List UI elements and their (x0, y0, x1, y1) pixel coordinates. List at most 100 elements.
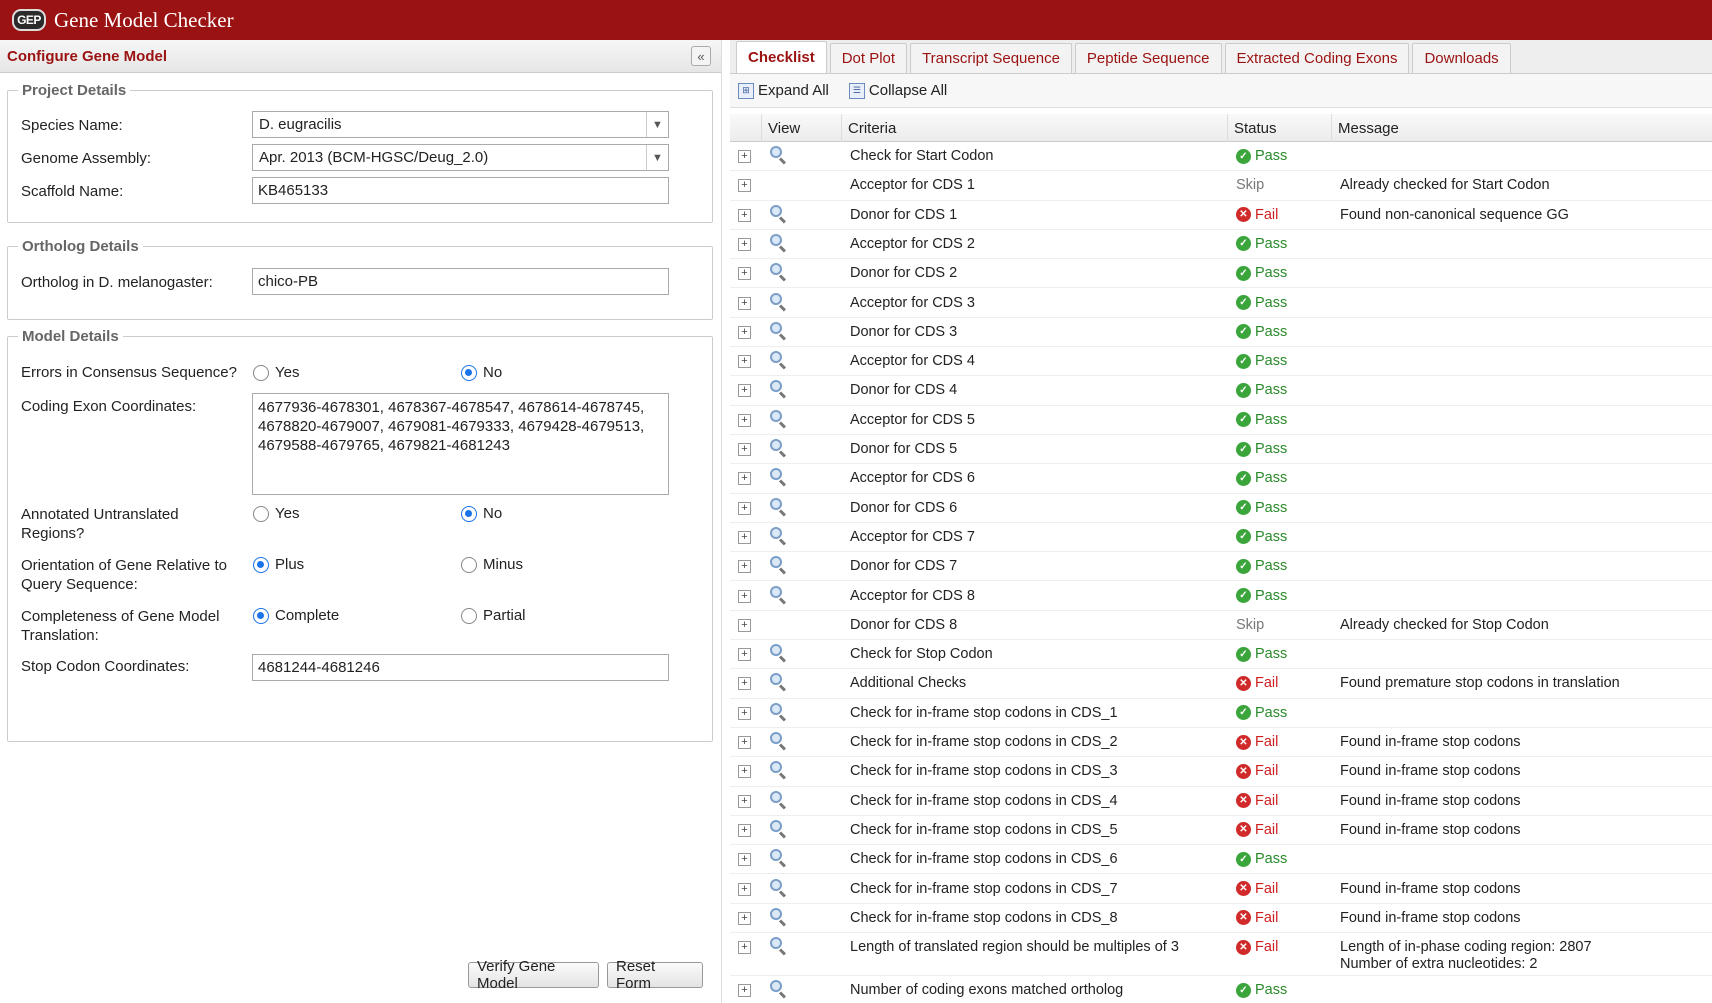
magnifier-icon[interactable] (770, 380, 788, 399)
pass-check-icon: ✓ (1236, 705, 1251, 721)
expand-row-icon[interactable]: + (738, 237, 751, 251)
stop-codon-input[interactable]: 4681244-4681246 (252, 654, 669, 681)
expand-row-icon[interactable]: + (738, 150, 751, 163)
expand-row-icon[interactable]: + (738, 296, 751, 310)
magnifier-icon[interactable] (770, 146, 788, 165)
expand-row-icon[interactable]: + (738, 648, 751, 662)
expand-row-icon[interactable]: + (738, 560, 751, 574)
scaffold-input[interactable]: KB465133 (252, 177, 669, 204)
completeness-partial-radio[interactable]: Partial (461, 607, 526, 624)
magnifier-icon[interactable] (770, 321, 788, 341)
ortholog-input[interactable]: chico-PB (252, 268, 669, 295)
expand-row-icon[interactable]: + (738, 355, 751, 369)
magnifier-icon[interactable] (770, 497, 788, 517)
orientation-plus-radio[interactable]: Plus (253, 556, 304, 573)
expand-row-icon[interactable]: + (738, 443, 751, 456)
expand-row-icon[interactable]: + (738, 501, 751, 515)
pass-check-icon: ✓ (1236, 324, 1251, 340)
expand-row-icon[interactable]: + (738, 984, 751, 998)
status-text: Pass (1255, 646, 1288, 663)
magnifier-icon[interactable] (770, 556, 788, 575)
message-text: Found non-canonical sequence GG (1340, 206, 1569, 223)
expand-row-icon[interactable]: + (738, 208, 751, 222)
magnifier-icon[interactable] (770, 439, 788, 458)
expand-row-icon[interactable]: + (738, 941, 751, 955)
tab-checklist[interactable]: Checklist (736, 41, 827, 73)
status-cell: ✓ Pass (1236, 412, 1287, 428)
expand-row-icon[interactable]: + (738, 179, 751, 193)
status-text: Fail (1255, 734, 1279, 750)
expand-row-icon[interactable]: + (738, 530, 751, 544)
expand-row-icon[interactable]: + (738, 882, 751, 896)
expand-row-icon[interactable]: + (738, 677, 751, 691)
expand-row-icon[interactable]: + (738, 472, 751, 486)
magnifier-icon[interactable] (770, 849, 788, 868)
expand-row-icon[interactable]: + (738, 413, 751, 427)
status-text: Pass (1255, 353, 1288, 370)
expand-row-icon[interactable]: + (738, 589, 751, 603)
expand-row-icon[interactable]: + (738, 911, 751, 925)
tab-extracted-coding-exons[interactable]: Extracted Coding Exons (1224, 43, 1410, 73)
magnifier-icon[interactable] (770, 585, 788, 605)
magnifier-icon[interactable] (770, 409, 788, 429)
magnifier-icon[interactable] (770, 351, 788, 370)
expand-row-icon[interactable]: + (738, 765, 751, 779)
magnifier-icon[interactable] (770, 204, 788, 224)
completeness-complete-radio[interactable]: Complete (253, 607, 339, 624)
expand-row-icon[interactable]: + (738, 853, 751, 867)
expand-row-icon[interactable]: + (738, 794, 751, 808)
magnifier-icon[interactable] (770, 644, 788, 663)
expand-row-icon[interactable]: + (738, 384, 751, 398)
collapse-all-button[interactable]: ☰ Collapse All (848, 82, 947, 99)
radio-label: Yes (275, 364, 300, 381)
criteria-column-header[interactable]: Criteria (842, 114, 1228, 142)
tab-transcript-sequence[interactable]: Transcript Sequence (910, 43, 1072, 73)
orientation-minus-radio[interactable]: Minus (461, 556, 523, 573)
magnifier-icon[interactable] (770, 761, 788, 780)
tab-peptide-sequence[interactable]: Peptide Sequence (1074, 43, 1222, 73)
expand-row-icon[interactable]: + (738, 325, 751, 339)
magnifier-icon[interactable] (770, 702, 788, 722)
expand-row-icon[interactable]: + (738, 618, 751, 632)
status-text: Pass (1255, 235, 1288, 252)
magnifier-icon[interactable] (770, 673, 788, 692)
assembly-label: Genome Assembly: (21, 150, 152, 167)
expand-row-icon[interactable]: + (738, 267, 751, 281)
magnifier-icon[interactable] (770, 526, 788, 546)
expand-row-icon[interactable]: + (738, 823, 751, 837)
magnifier-icon[interactable] (770, 907, 788, 927)
criteria-cell: Check for Stop Codon (850, 646, 993, 663)
magnifier-icon[interactable] (770, 819, 788, 839)
magnifier-icon[interactable] (770, 292, 788, 312)
utr-yes-radio[interactable]: Yes (253, 505, 299, 522)
expand-row-icon[interactable]: + (738, 736, 751, 749)
status-column-header[interactable]: Status (1228, 114, 1332, 142)
message-column-header[interactable]: Message (1332, 114, 1712, 142)
magnifier-icon[interactable] (770, 468, 788, 487)
checklist-row: + Acceptor for CDS 1 Skip Already checked f… (730, 171, 1712, 201)
errors-no-radio[interactable]: No (461, 364, 502, 381)
expand-all-button[interactable]: ⊞ Expand All (738, 82, 829, 99)
status-cell: ✓ Pass (1236, 982, 1287, 998)
reset-form-button[interactable]: Reset Form (607, 958, 703, 992)
status-text: Pass (1255, 148, 1288, 164)
expand-row-icon[interactable]: + (738, 706, 751, 720)
magnifier-icon[interactable] (770, 732, 788, 751)
fail-x-icon: ✕ (1236, 763, 1251, 779)
magnifier-icon[interactable] (770, 790, 788, 810)
tab-downloads[interactable]: Downloads (1412, 43, 1511, 73)
magnifier-icon[interactable] (770, 263, 788, 282)
assembly-select[interactable]: Apr. 2013 (BCM-HGSC/Deug_2.0) ▼ (252, 144, 669, 171)
magnifier-icon[interactable] (770, 878, 788, 898)
magnifier-icon[interactable] (770, 937, 788, 956)
magnifier-icon[interactable] (770, 233, 788, 253)
tab-dot-plot[interactable]: Dot Plot (829, 43, 908, 73)
collapse-panel-icon[interactable]: « (691, 46, 711, 66)
verify-gene-model-button[interactable]: Verify Gene Model (468, 958, 599, 992)
species-select[interactable]: D. eugracilis ▼ (252, 111, 669, 138)
exon-coordinates-textarea[interactable]: 4677936-4678301, 4678367-4678547, 467861… (252, 393, 669, 495)
utr-no-radio[interactable]: No (461, 505, 502, 522)
magnifier-icon[interactable] (770, 980, 788, 999)
view-column-header[interactable]: View (762, 114, 842, 142)
errors-yes-radio[interactable]: Yes (253, 364, 299, 381)
